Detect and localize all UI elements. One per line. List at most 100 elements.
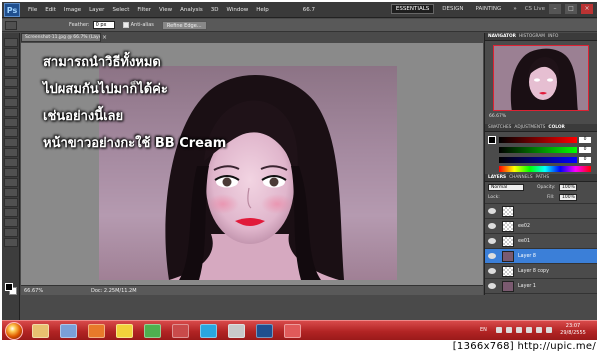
zoom-dropdown[interactable]: 66.7 [303,7,315,13]
green-value[interactable]: 0 [579,147,591,153]
app-grid-icon[interactable] [172,324,189,338]
navigator-preview[interactable] [493,45,589,111]
cs-live-button[interactable]: CS Live [525,6,545,12]
fill-input[interactable]: 100% [559,194,577,201]
network-icon[interactable] [526,327,532,333]
visibility-eye-icon[interactable] [488,283,496,289]
language-indicator[interactable]: EN [480,327,487,333]
crop-tool-icon[interactable] [4,78,18,87]
document-close-icon[interactable]: × [102,34,107,41]
color-spectrum[interactable] [499,166,591,172]
visibility-eye-icon[interactable] [488,223,496,229]
skype-icon[interactable] [200,324,217,338]
layer-row[interactable]: Layer 8 [485,249,597,264]
foreground-color-swatch[interactable] [5,283,13,291]
gradient-tool-icon[interactable] [4,148,18,157]
volume-icon[interactable] [536,327,542,333]
chrome-icon[interactable] [116,324,133,338]
menu-select[interactable]: Select [112,7,129,13]
app-paint-icon[interactable] [284,324,301,338]
healing-tool-icon[interactable] [4,98,18,107]
tab-layers[interactable]: LAYERS [488,175,506,180]
opacity-input[interactable]: 100% [559,184,577,191]
brush-tool-icon[interactable] [4,108,18,117]
dodge-tool-icon[interactable] [4,168,18,177]
blue-value[interactable]: 0 [579,157,591,163]
workspace-painting[interactable]: PAINTING [471,5,505,13]
maximize-icon[interactable]: □ [565,4,577,14]
refine-edge-button[interactable]: Refine Edge... [161,20,207,30]
eyedropper-tool-icon[interactable] [4,88,18,97]
menu-edit[interactable]: Edit [45,7,56,13]
media-player-icon[interactable] [60,324,77,338]
canvas-area[interactable]: สามารถนำวิธีทั้งหมด ไปผสมกันไปมาก็ได้ค่ะ… [21,43,483,285]
menu-view[interactable]: View [159,7,172,13]
hand-tool-icon[interactable] [4,228,18,237]
tab-info[interactable]: INFO [548,34,558,39]
menu-analysis[interactable]: Analysis [180,7,203,13]
tray-icon-2[interactable] [506,327,512,333]
blue-slider[interactable] [499,157,577,163]
app-green-icon[interactable] [144,324,161,338]
path-select-tool-icon[interactable] [4,198,18,207]
app-window-icon[interactable] [228,324,245,338]
tab-color[interactable]: COLOR [548,125,564,130]
antialias-checkbox[interactable] [122,22,129,28]
color-foreground-swatch[interactable] [488,136,496,144]
firefox-icon[interactable] [88,324,105,338]
quick-select-tool-icon[interactable] [4,68,18,77]
tab-channels[interactable]: CHANNELS [509,175,532,180]
move-tool-icon[interactable] [4,38,18,47]
explorer-icon[interactable] [32,324,49,338]
status-zoom[interactable]: 66.67% [21,288,51,294]
menu-window[interactable]: Window [227,7,249,13]
marquee-tool-icon[interactable] [4,48,18,57]
red-slider[interactable] [499,137,577,143]
navigator-zoom[interactable]: 66.67% [489,114,597,119]
layer-row[interactable]: Layer 8 copy [485,264,597,279]
menu-help[interactable]: Help [256,7,269,13]
type-tool-icon[interactable] [4,188,18,197]
document-tab[interactable]: Screenshot-11.jpg @ 66.7% (Layer 8, RGB/… [21,33,101,42]
start-button-icon[interactable] [5,322,23,340]
battery-icon[interactable] [546,327,552,333]
zoom-tool-icon[interactable] [4,238,18,247]
shape-tool-icon[interactable] [4,208,18,217]
tray-icon-1[interactable] [496,327,502,333]
lasso-tool-icon[interactable] [4,58,18,67]
workspace-more[interactable]: » [509,5,520,13]
menu-3d[interactable]: 3D [211,7,219,13]
marquee-tool-icon[interactable] [5,20,17,30]
visibility-eye-icon[interactable] [488,238,496,244]
pen-tool-icon[interactable] [4,178,18,187]
visibility-eye-icon[interactable] [488,268,496,274]
tab-navigator[interactable]: NAVIGATOR [488,34,516,39]
menu-layer[interactable]: Layer [89,7,104,13]
layer-row[interactable]: ee02 [485,219,597,234]
eraser-tool-icon[interactable] [4,138,18,147]
minimize-icon[interactable]: – [549,4,561,14]
tab-adjustments[interactable]: ADJUSTMENTS [514,125,545,130]
menu-filter[interactable]: Filter [137,7,151,13]
layer-row[interactable] [485,204,597,219]
workspace-design[interactable]: DESIGN [438,5,467,13]
history-brush-tool-icon[interactable] [4,128,18,137]
blend-mode-select[interactable]: Normal [488,184,524,191]
clock[interactable]: 23:07 29/8/2555 [558,323,588,337]
red-value[interactable]: 0 [579,137,591,143]
workspace-essentials[interactable]: ESSENTIALS [390,4,435,14]
layer-row[interactable]: Layer 1 [485,279,597,294]
layer-row[interactable]: ee01 [485,234,597,249]
tab-paths[interactable]: PATHS [536,175,550,180]
tray-icon-3[interactable] [516,327,522,333]
blur-tool-icon[interactable] [4,158,18,167]
menu-image[interactable]: Image [64,7,81,13]
visibility-eye-icon[interactable] [488,208,496,214]
photoshop-taskbar-icon[interactable] [256,324,273,338]
visibility-eye-icon[interactable] [488,253,496,259]
tab-histogram[interactable]: HISTOGRAM [519,34,545,39]
menu-file[interactable]: File [28,7,37,13]
3d-rotate-tool-icon[interactable] [4,218,18,227]
clone-stamp-tool-icon[interactable] [4,118,18,127]
green-slider[interactable] [499,147,577,153]
